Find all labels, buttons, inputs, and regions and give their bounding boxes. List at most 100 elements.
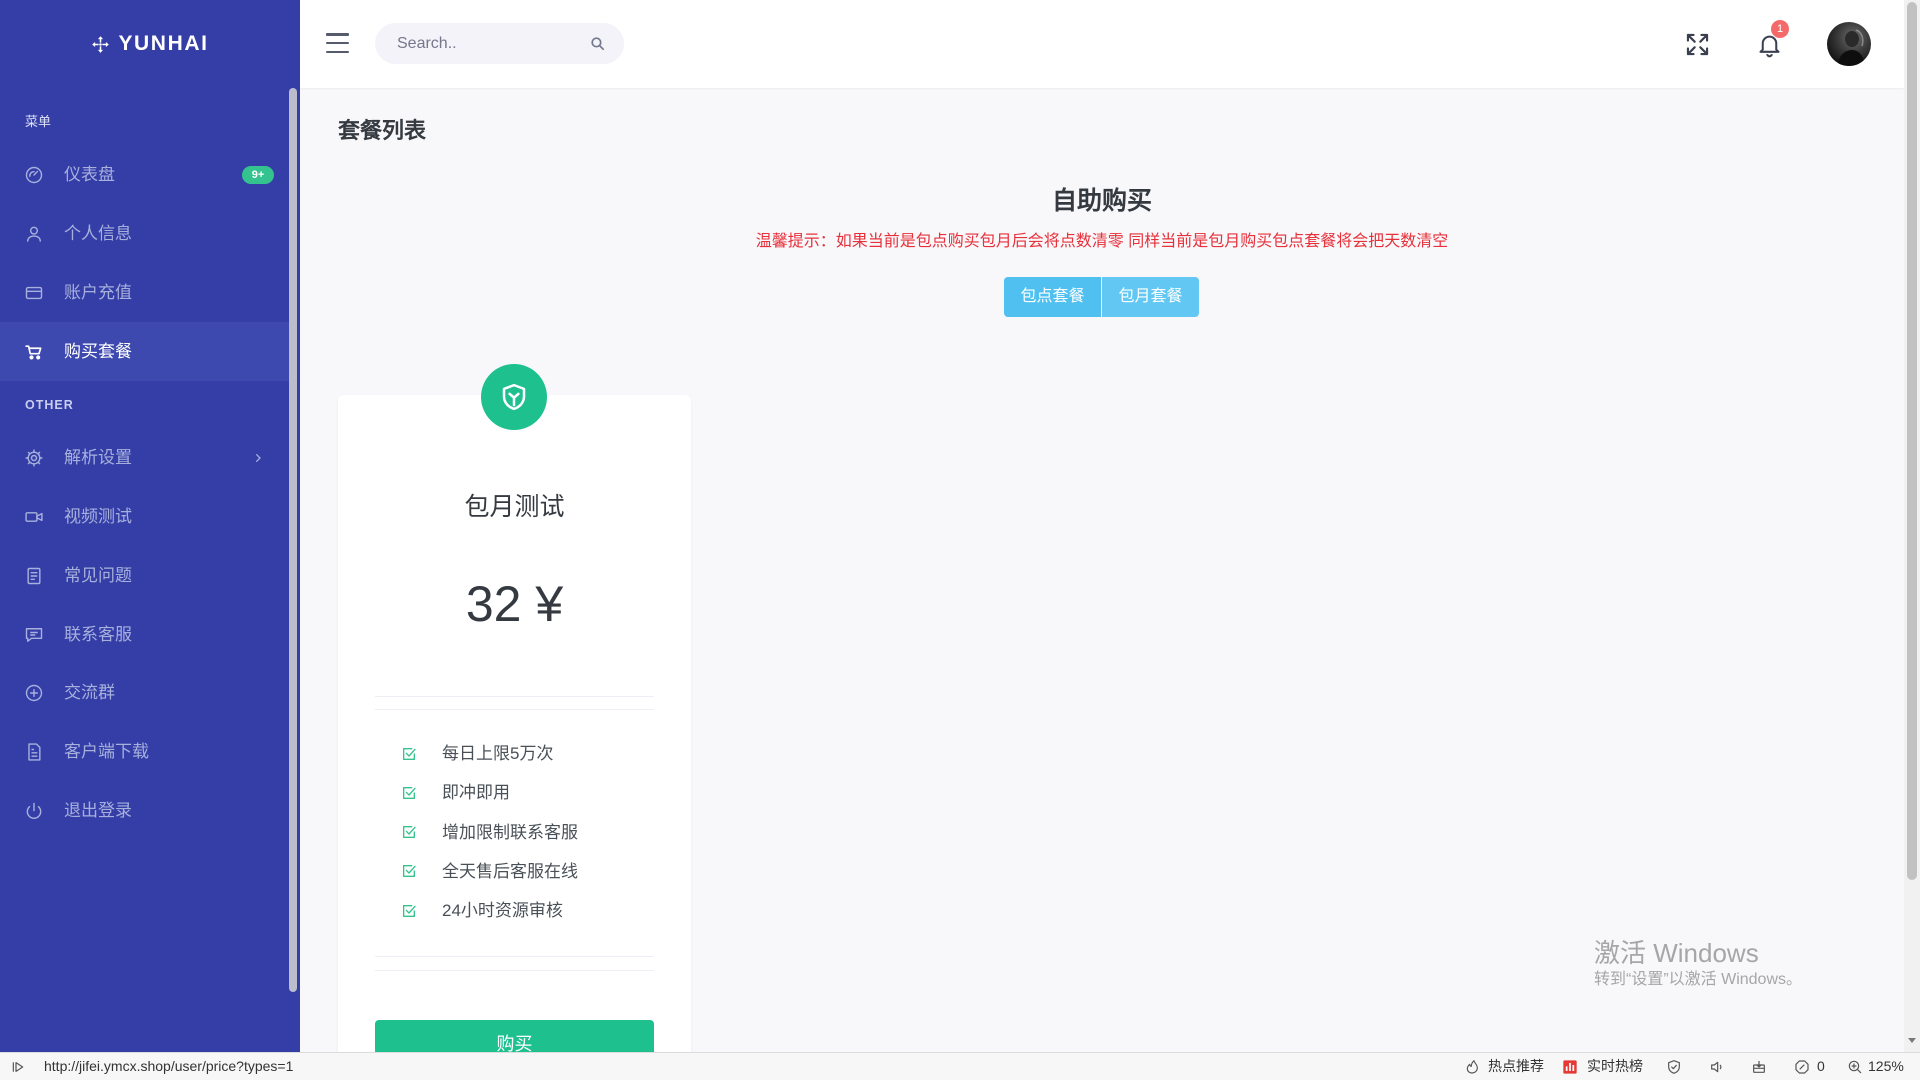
chevron-right-icon [250, 450, 266, 466]
section-heading: 自助购买 [1051, 187, 1152, 215]
speaker-icon[interactable] [1709, 1053, 1725, 1080]
avatar[interactable] [1827, 22, 1871, 66]
sidebar-item-label: 购买套餐 [64, 341, 132, 361]
feature-text: 即冲即用 [442, 783, 510, 803]
watermark-title: 激活 Windows [1594, 938, 1759, 968]
sidebar-item-label: 客户端下载 [64, 742, 149, 762]
menu-toggle-icon[interactable] [326, 33, 349, 53]
sidebar-item-label: 个人信息 [64, 224, 132, 244]
menu-section-title: 菜单 [25, 114, 52, 129]
check-square-icon [401, 824, 417, 840]
sidebar-menu: 仪表盘 9+ 个人信息 账户充值 购买套餐 [0, 146, 289, 381]
sidebar-item-label: 常见问题 [64, 565, 132, 585]
menu-section-title: OTHER [25, 398, 74, 412]
watermark-subtitle: 转到“设置”以激活 Windows。 [1594, 971, 1803, 988]
check-square-icon [401, 903, 417, 919]
main-content: 套餐列表 自助购买 温馨提示：如果当前是包点购买包月后会将点数清零 同样当前是包… [300, 88, 1904, 1052]
logo[interactable]: YUNHAI [0, 0, 300, 88]
shield-check-icon[interactable] [1666, 1053, 1682, 1080]
plan-price: 32 ¥ [465, 576, 564, 632]
zoom-level[interactable]: 125% [1868, 1053, 1904, 1080]
sidebar-item-recharge[interactable]: 账户充值 [0, 264, 289, 323]
settings-icon [24, 448, 44, 468]
sidebar-toggle-icon[interactable] [10, 1053, 26, 1080]
status-url: http://jifei.ymcx.shop/user/price?types=… [44, 1058, 294, 1074]
page-scrollbar[interactable] [1904, 0, 1920, 1052]
hot-recommend-link[interactable]: 热点推荐 [1488, 1053, 1544, 1080]
feature-item: 24小时资源审核 [338, 891, 691, 930]
sidebar-item-logout[interactable]: 退出登录 [0, 782, 289, 841]
plus-circle-icon [24, 683, 44, 703]
check-square-icon [401, 863, 417, 879]
sidebar-item-label: 退出登录 [64, 800, 132, 820]
feature-text: 全天售后客服在线 [442, 861, 578, 881]
count-badge: 9+ [242, 166, 274, 185]
flame-icon[interactable] [1464, 1053, 1480, 1080]
browser-status-bar: http://jifei.ymcx.shop/user/price?types=… [0, 1052, 1920, 1080]
feature-text: 增加限制联系客服 [442, 822, 578, 842]
cart-icon [24, 342, 44, 362]
shield-icon [481, 364, 547, 430]
sidebar-item-dashboard[interactable]: 仪表盘 9+ [0, 146, 289, 205]
feature-list: 每日上限5万次 即冲即用 增加限制联系客服 全天售后客服在线 24小时资源审核 [338, 734, 691, 930]
pricing-card: 包月测试 32 ¥ 每日上限5万次 即冲即用 增加限制联系客服 全天售后客服在线 [338, 364, 691, 1052]
sidebar-item-group-chat[interactable]: 交流群 [0, 664, 289, 723]
windows-activation-watermark: 激活 Windows 转到“设置”以激活 Windows。 [1594, 938, 1802, 990]
top-header: 1 [300, 0, 1904, 88]
feature-item: 即冲即用 [338, 773, 691, 812]
sidebar-item-label: 联系客服 [64, 624, 132, 644]
bar-chart-icon[interactable] [1562, 1053, 1578, 1080]
user-icon [24, 224, 44, 244]
page-scrollbar-thumb[interactable] [1907, 2, 1917, 880]
sidebar-item-faq[interactable]: 常见问题 [0, 547, 289, 606]
feature-item: 每日上限5万次 [338, 734, 691, 773]
power-icon [24, 801, 44, 821]
warning-notice: 温馨提示：如果当前是包点购买包月后会将点数清零 同样当前是包月购买包点套餐将会把… [755, 233, 1449, 250]
sidebar-item-label: 交流群 [64, 683, 115, 703]
sidebar-item-parse-settings[interactable]: 解析设置 [0, 429, 289, 488]
sidebar-item-buy-package[interactable]: 购买套餐 [0, 322, 289, 381]
search-input[interactable] [375, 23, 624, 64]
feature-text: 每日上限5万次 [442, 744, 554, 763]
video-icon [24, 507, 44, 527]
divider [375, 970, 654, 971]
divider [375, 696, 654, 697]
sidebar-item-label: 仪表盘 [64, 165, 115, 185]
buy-button[interactable]: 购买 [375, 1020, 654, 1052]
feature-item: 全天售后客服在线 [338, 852, 691, 891]
feature-text: 24小时资源审核 [442, 901, 563, 920]
search-icon[interactable] [589, 35, 606, 52]
page-title: 套餐列表 [338, 118, 427, 143]
divider [375, 709, 654, 710]
plan-name: 包月测试 [464, 493, 565, 521]
hot-list-link[interactable]: 实时热榜 [1587, 1053, 1643, 1080]
adblock-icon[interactable] [1794, 1053, 1810, 1080]
sidebar-item-video-test[interactable]: 视频测试 [0, 488, 289, 547]
feature-item: 增加限制联系客服 [338, 813, 691, 852]
credit-card-icon [24, 283, 44, 303]
sidebar-item-client-download[interactable]: 客户端下载 [0, 723, 289, 782]
file-download-icon [24, 742, 44, 762]
sidebar: YUNHAI 菜单 仪表盘 9+ 个人信息 账户充值 购买套餐 OTHER 解析… [0, 0, 300, 1052]
search-box [375, 23, 624, 64]
zoom-icon[interactable] [1847, 1053, 1863, 1080]
download-box-icon[interactable] [1751, 1053, 1767, 1080]
tab-monthly-package[interactable]: 包月套餐 [1102, 277, 1199, 317]
fullscreen-icon[interactable] [1682, 29, 1712, 59]
package-type-tabs: 包点套餐 包月套餐 [1004, 277, 1199, 317]
sidebar-menu-other: 解析设置 视频测试 常见问题 联系客服 交流群 客户端下载 退出登录 [0, 429, 289, 840]
check-square-icon [401, 785, 417, 801]
dashboard-icon [24, 165, 44, 185]
sidebar-item-label: 解析设置 [64, 448, 132, 468]
sidebar-item-label: 视频测试 [64, 507, 132, 527]
tab-points-package[interactable]: 包点套餐 [1004, 277, 1101, 317]
document-icon [24, 566, 44, 586]
sidebar-item-profile[interactable]: 个人信息 [0, 205, 289, 264]
check-square-icon [401, 746, 417, 762]
scroll-down-arrow-icon[interactable] [1908, 1038, 1916, 1043]
sidebar-scrollbar[interactable] [289, 88, 297, 992]
notification-badge: 1 [1771, 20, 1789, 38]
logo-text: YUNHAI [118, 32, 209, 55]
sidebar-item-contact-support[interactable]: 联系客服 [0, 605, 289, 664]
move-arrows-icon [91, 35, 110, 54]
